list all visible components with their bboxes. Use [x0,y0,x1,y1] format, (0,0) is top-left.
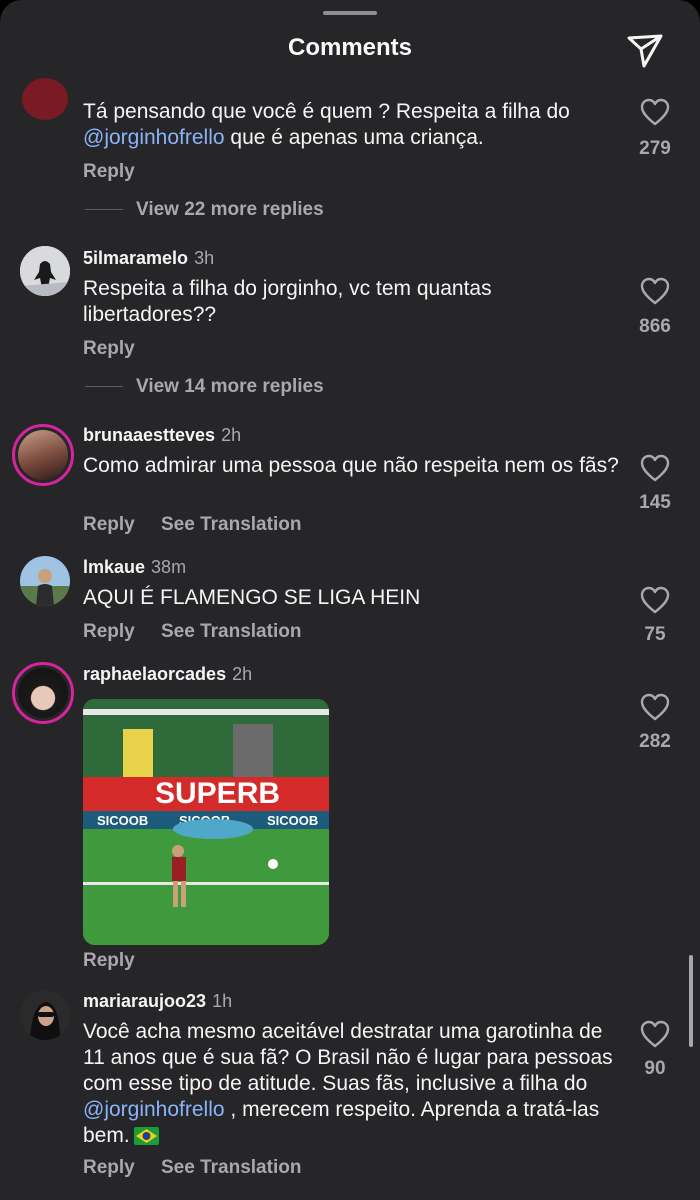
avatar[interactable] [20,556,70,606]
avatar[interactable] [12,662,74,724]
sheet-grabber[interactable] [323,11,377,15]
heart-icon[interactable] [640,693,670,721]
like-count: 90 [644,1058,666,1079]
comment-username[interactable]: lmkaue 38m [83,557,186,578]
like-count: 279 [639,138,671,159]
comments-sheet: Comments Tá pensando que você é quem ? R… [0,0,700,1200]
like-count: 866 [639,316,671,337]
sponsor-text: SICOOB [267,813,318,828]
heart-icon[interactable] [640,586,670,614]
avatar[interactable] [22,78,68,120]
comment-text: AQUI É FLAMENGO SE LIGA HEIN [83,586,421,609]
see-translation-button[interactable]: See Translation [161,621,301,643]
avatar[interactable] [20,990,70,1040]
comment-time: 3h [194,248,215,268]
comment-username[interactable]: brunaaestteves 2h [83,425,241,446]
scrollbar[interactable] [689,955,693,1047]
heart-icon[interactable] [640,1020,670,1048]
ad-board-text: SUPERB [155,777,280,810]
comment-time: 38m [151,557,187,577]
reply-button[interactable]: Reply [83,950,135,972]
comment-media-image[interactable]: SUPERB SICOOB SICOOB SICOOB [83,699,329,945]
view-more-replies[interactable]: View 14 more replies [136,376,324,398]
brazil-flag-icon [133,1127,159,1146]
comment-username[interactable]: raphaelaorcades 2h [83,664,252,685]
like-count: 282 [639,731,671,752]
comment-username[interactable]: mariaraujoo23 1h [83,991,232,1012]
heart-icon[interactable] [640,454,670,482]
reply-button[interactable]: Reply [83,514,135,536]
reply-button[interactable]: Reply [83,161,135,183]
comment-username[interactable]: 5ilmaramelo 3h [83,248,214,269]
divider-line [85,386,123,387]
comment-time: 1h [212,991,233,1011]
comment-time: 2h [232,664,253,684]
avatar-photo [20,556,70,606]
like-count: 145 [639,492,671,513]
avatar-photo [20,246,70,296]
avatar-photo [20,990,70,1040]
sponsor-text: SICOOB [97,813,148,828]
see-translation-button[interactable]: See Translation [161,514,301,536]
mention-link[interactable]: @jorginhofrello [83,1098,225,1121]
comment-time: 2h [221,425,242,445]
like-count: 75 [644,624,666,645]
heart-icon[interactable] [640,98,670,126]
avatar[interactable] [20,246,70,296]
comment-text: Tá pensando que você é quem ? Respeita a… [83,100,570,149]
divider-line [85,209,123,210]
reply-button[interactable]: Reply [83,621,135,643]
reply-button[interactable]: Reply [83,338,135,360]
soccer-photo: SUPERB SICOOB SICOOB SICOOB [83,699,329,945]
page-title: Comments [287,34,413,61]
comment-text: Como admirar uma pessoa que não respeita… [83,454,619,477]
mention-link[interactable]: @jorginhofrello [83,126,225,149]
comment-text: Você acha mesmo aceitável destratar uma … [83,1020,613,1147]
reply-button[interactable]: Reply [83,1157,135,1179]
heart-icon[interactable] [640,277,670,305]
avatar[interactable] [12,424,74,486]
see-translation-button[interactable]: See Translation [161,1157,301,1179]
send-icon[interactable] [625,30,665,70]
comment-text: Respeita a filha do jorginho, vc tem qua… [83,277,492,326]
view-more-replies[interactable]: View 22 more replies [136,199,324,221]
